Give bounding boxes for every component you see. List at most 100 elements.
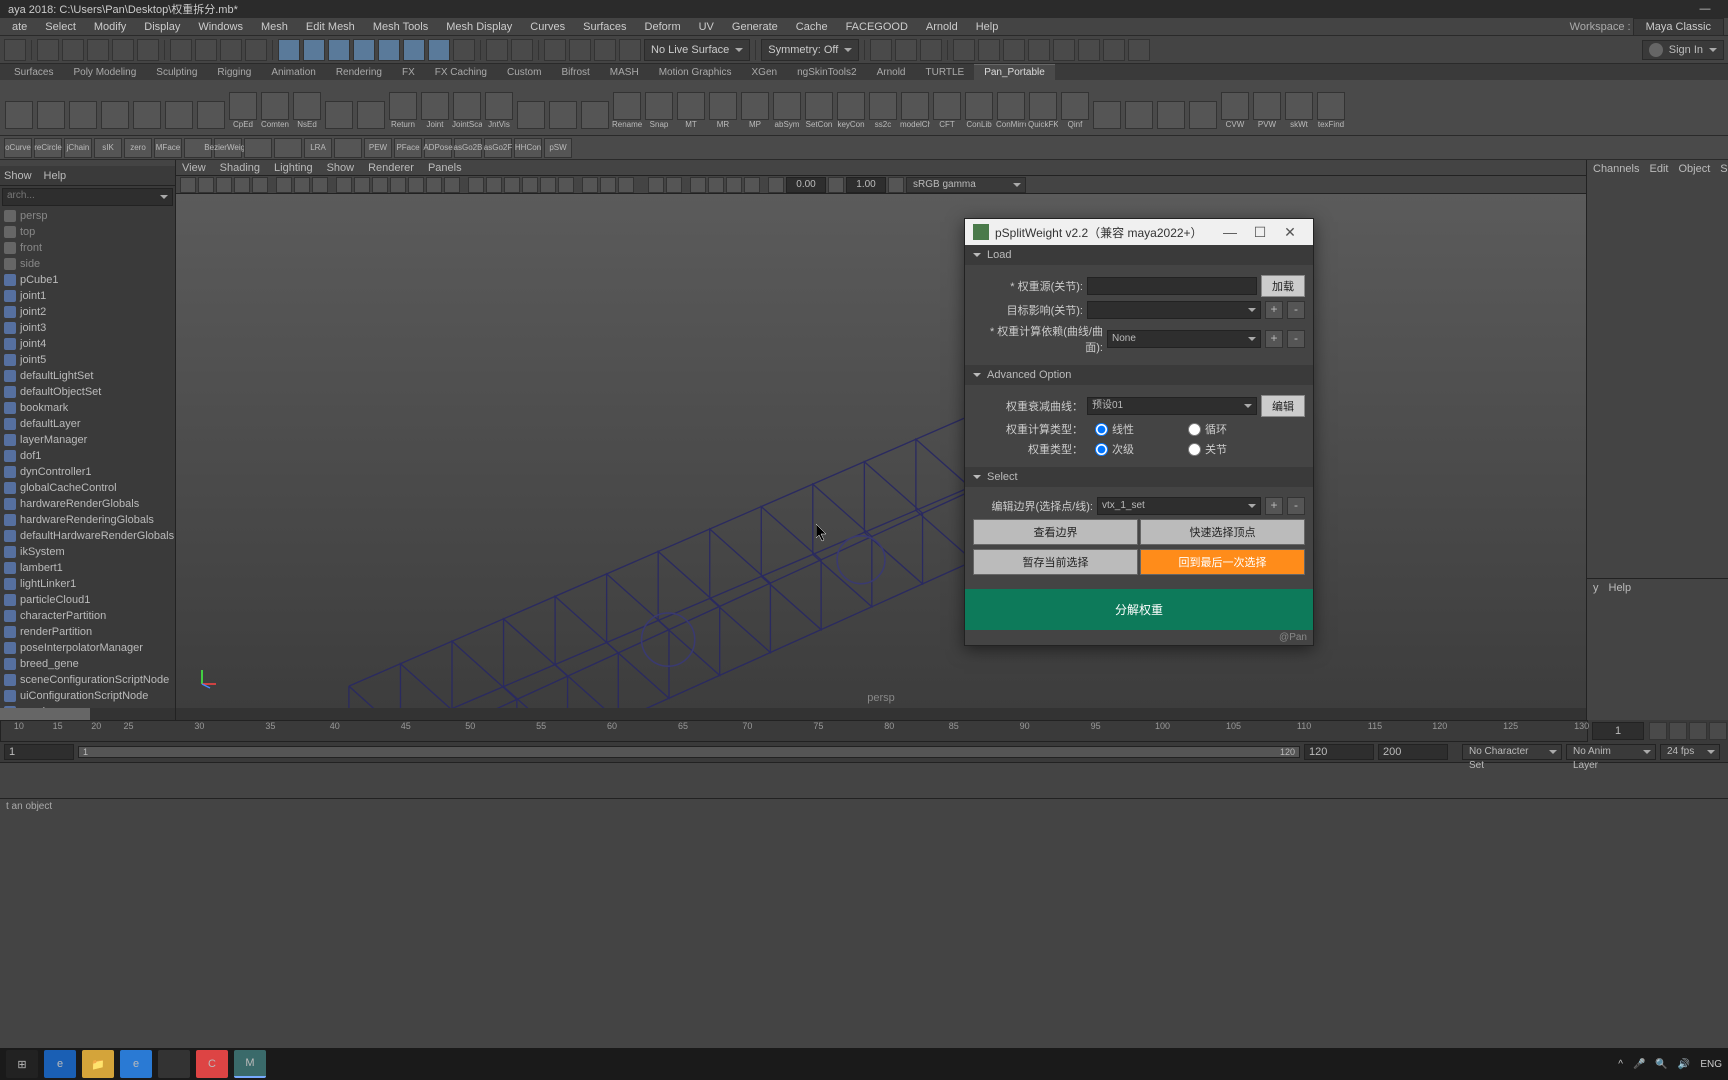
shelf-button[interactable]: oCurve: [4, 138, 32, 158]
shelf-button[interactable]: [1092, 86, 1122, 130]
vp-reset-icon[interactable]: [768, 177, 784, 193]
tool-icon[interactable]: [245, 39, 267, 61]
redo-icon[interactable]: [137, 39, 159, 61]
depend-remove-button[interactable]: -: [1287, 330, 1305, 348]
shelf-button[interactable]: [516, 86, 546, 130]
shelf-button[interactable]: PVW: [1252, 86, 1282, 130]
workspace-dropdown[interactable]: Maya Classic: [1633, 18, 1724, 36]
history-icon[interactable]: [511, 39, 533, 61]
snap-tool-icon[interactable]: [353, 39, 375, 61]
outliner-item[interactable]: defaultObjectSet: [0, 384, 175, 400]
shelf-tab[interactable]: Pan_Portable: [974, 64, 1055, 80]
outliner-list[interactable]: persptopfrontsidepCube1joint1joint2joint…: [0, 208, 175, 708]
lasso-tool-icon[interactable]: [195, 39, 217, 61]
vp-tool-icon[interactable]: [390, 177, 406, 193]
symmetry-dropdown[interactable]: Symmetry: Off: [761, 39, 859, 61]
shelf-button[interactable]: CFT: [932, 86, 962, 130]
scale-tool-icon[interactable]: [328, 39, 350, 61]
back-selection-button[interactable]: 回到最后一次选择: [1140, 549, 1305, 575]
outliner-item[interactable]: ikSystem: [0, 544, 175, 560]
menu-item[interactable]: Deform: [637, 19, 689, 35]
load-button[interactable]: 加载: [1261, 275, 1305, 297]
vp-colorspace-dropdown[interactable]: sRGB gamma: [906, 177, 1026, 193]
outliner-item[interactable]: front: [0, 240, 175, 256]
dialog-section-load[interactable]: Load: [965, 245, 1313, 265]
timeline[interactable]: 1015202530354045505560657075808590951001…: [0, 720, 1728, 742]
fps-dropdown[interactable]: 24 fps: [1660, 744, 1720, 760]
outliner-item[interactable]: lambert1: [0, 560, 175, 576]
outliner-hscroll[interactable]: [0, 708, 175, 720]
menu-item[interactable]: Cache: [788, 19, 836, 35]
shelf-button[interactable]: MR: [708, 86, 738, 130]
explorer-icon[interactable]: 📁: [82, 1050, 114, 1078]
radio-linear[interactable]: 线性: [1095, 421, 1134, 437]
vp-gamma-field[interactable]: 1.00: [846, 177, 886, 193]
shelf-tab[interactable]: Motion Graphics: [649, 65, 742, 80]
shelf-button[interactable]: pSW: [544, 138, 572, 158]
anim-layer-dropdown[interactable]: No Anim Layer: [1566, 744, 1656, 760]
shelf-tab[interactable]: Arnold: [867, 65, 916, 80]
vp-tool-icon[interactable]: [744, 177, 760, 193]
select-tool-icon[interactable]: [170, 39, 192, 61]
shelf-tab[interactable]: Rigging: [207, 65, 261, 80]
shelf-tab[interactable]: Sculpting: [146, 65, 207, 80]
shelf-tab[interactable]: FX: [392, 65, 425, 80]
depend-dropdown[interactable]: None: [1107, 330, 1261, 348]
shelf-button[interactable]: Qinf: [1060, 86, 1090, 130]
target-remove-button[interactable]: -: [1287, 301, 1305, 319]
shelf-button[interactable]: BezierWeight: [214, 138, 242, 158]
shelf-button[interactable]: SetCon: [804, 86, 834, 130]
step-back-icon[interactable]: [1669, 722, 1687, 740]
character-set-dropdown[interactable]: No Character Set: [1462, 744, 1562, 760]
shelf-button[interactable]: [1124, 86, 1154, 130]
range-track[interactable]: 1 120: [78, 746, 1300, 758]
playback-icon[interactable]: [1028, 39, 1050, 61]
outliner-item[interactable]: joint5: [0, 352, 175, 368]
shelf-button[interactable]: LRA: [304, 138, 332, 158]
shelf-button[interactable]: ADPose: [424, 138, 452, 158]
layer-help-menu[interactable]: Help: [1609, 582, 1632, 594]
range-start-field[interactable]: 1: [4, 744, 74, 760]
vp-tool-icon[interactable]: [666, 177, 682, 193]
vp-tool-icon[interactable]: [708, 177, 724, 193]
menu-item[interactable]: Surfaces: [575, 19, 634, 35]
playback-icon[interactable]: [1078, 39, 1100, 61]
menu-item[interactable]: Mesh: [253, 19, 296, 35]
decay-dropdown[interactable]: 预设01: [1087, 397, 1257, 415]
shelf-button[interactable]: NsEd: [292, 86, 322, 130]
menu-item[interactable]: Edit Mesh: [298, 19, 363, 35]
split-weight-button[interactable]: 分解权重: [965, 589, 1313, 630]
tray-chevron-icon[interactable]: ^: [1618, 1059, 1623, 1070]
timeline-ruler[interactable]: 1015202530354045505560657075808590951001…: [0, 720, 1588, 742]
shelf-tab[interactable]: ngSkinTools2: [787, 65, 866, 80]
vp-panels-menu[interactable]: Panels: [428, 162, 462, 174]
shelf-button[interactable]: [100, 86, 130, 130]
outliner-show-menu[interactable]: Show: [4, 170, 32, 182]
target-add-button[interactable]: +: [1265, 301, 1283, 319]
system-tray[interactable]: ^ 🎤 🔍 🔊 ENG: [1618, 1059, 1722, 1070]
shelf-button[interactable]: MFace: [154, 138, 182, 158]
shelf-button[interactable]: abSym: [772, 86, 802, 130]
show-menu[interactable]: Show: [1720, 163, 1728, 175]
shelf-button[interactable]: [334, 138, 362, 158]
menu-item[interactable]: Generate: [724, 19, 786, 35]
vp-renderer-menu[interactable]: Renderer: [368, 162, 414, 174]
radio-loop[interactable]: 循环: [1188, 421, 1227, 437]
shelf-button[interactable]: [356, 86, 386, 130]
shelf-button[interactable]: [164, 86, 194, 130]
boundary-dropdown[interactable]: vtx_1_set: [1097, 497, 1261, 515]
paint-tool-icon[interactable]: [220, 39, 242, 61]
viewport-3d[interactable]: persp: [176, 194, 1586, 708]
menu-item[interactable]: UV: [691, 19, 722, 35]
maya-taskbar-icon[interactable]: M: [234, 1050, 266, 1078]
shelf-button[interactable]: Snap: [644, 86, 674, 130]
vp-tool-icon[interactable]: [618, 177, 634, 193]
render-icon[interactable]: [544, 39, 566, 61]
menu-item[interactable]: Windows: [190, 19, 251, 35]
file-save-icon[interactable]: [87, 39, 109, 61]
vp-gamma-icon[interactable]: [828, 177, 844, 193]
view-icon[interactable]: [920, 39, 942, 61]
shelf-button[interactable]: PEW: [364, 138, 392, 158]
outliner-item[interactable]: hardwareRenderGlobals: [0, 496, 175, 512]
shelf-button[interactable]: CVW: [1220, 86, 1250, 130]
